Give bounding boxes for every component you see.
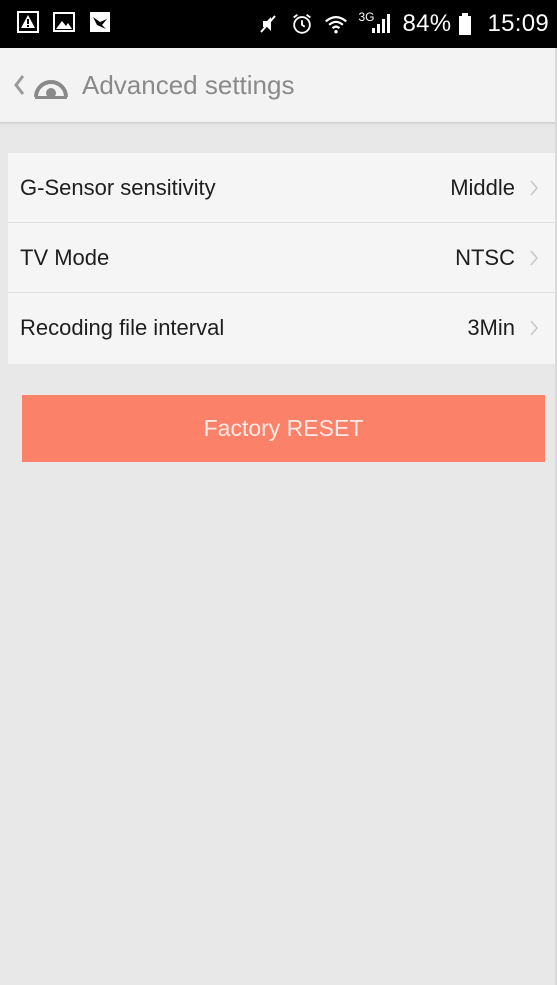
battery-percent: 84%	[402, 10, 452, 37]
setting-label: G-Sensor sensitivity	[20, 175, 216, 200]
alert-image-icon	[16, 10, 40, 34]
image-icon	[52, 10, 76, 34]
setting-label: Recoding file interval	[20, 315, 225, 340]
setting-tv-mode[interactable]: TV Mode NTSC	[8, 223, 557, 293]
status-system: 3G 84% 15:09	[256, 0, 549, 48]
setting-label: TV Mode	[20, 245, 110, 270]
chevron-right-icon	[530, 180, 539, 196]
status-notifications	[16, 10, 112, 34]
network-indicator: 3G	[358, 10, 392, 36]
battery-icon	[453, 12, 477, 36]
settings-list: G-Sensor sensitivity Middle TV Mode NTSC…	[8, 153, 557, 364]
back-chevron-icon[interactable]	[12, 72, 26, 98]
factory-reset-button[interactable]: Factory RESET	[22, 395, 545, 462]
dashcam-logo-icon[interactable]	[33, 73, 69, 101]
app-notification-icon	[88, 10, 112, 34]
mute-icon	[256, 12, 280, 36]
setting-recording-interval[interactable]: Recoding file interval 3Min	[8, 293, 557, 364]
setting-value: Middle	[450, 175, 515, 200]
setting-value: NTSC	[455, 245, 515, 270]
setting-g-sensor[interactable]: G-Sensor sensitivity Middle	[8, 153, 557, 223]
page-title: Advanced settings	[82, 70, 295, 100]
app-header: Advanced settings	[0, 48, 557, 123]
alarm-icon	[290, 12, 314, 36]
wifi-icon	[324, 12, 348, 36]
chevron-right-icon	[530, 250, 539, 266]
chevron-right-icon	[530, 320, 539, 336]
status-bar: 3G 84% 15:09	[0, 0, 557, 48]
clock: 15:09	[487, 10, 549, 37]
setting-value: 3Min	[467, 315, 515, 340]
network-type: 3G	[358, 10, 375, 24]
